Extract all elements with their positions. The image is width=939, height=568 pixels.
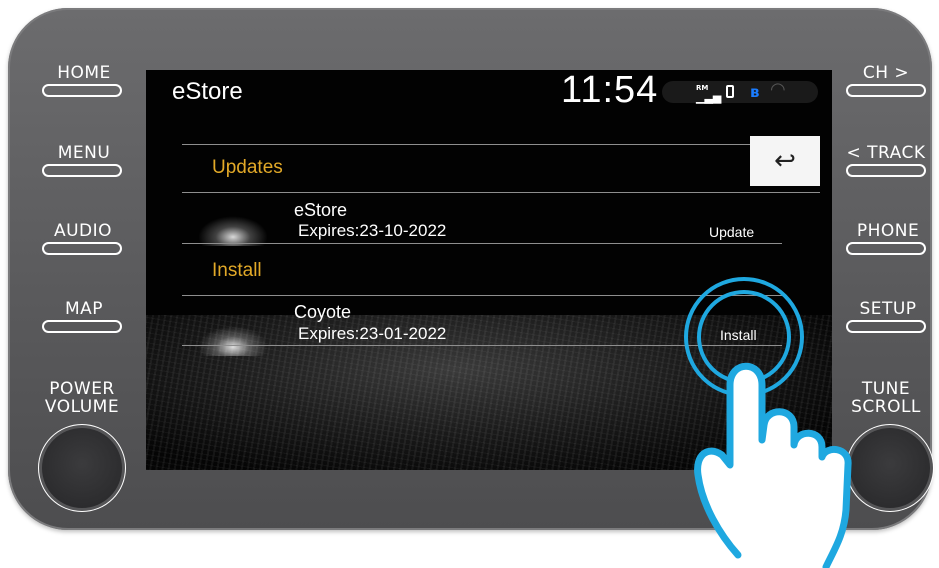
power-volume-knob[interactable] [38,424,126,512]
back-arrow-icon: ↩ [774,146,796,176]
status-bar: RM ▁▃▅ ʙ ◠ [662,79,818,104]
bluetooth-icon: ʙ [750,83,760,101]
phone-label: PHONE [856,221,920,241]
ch-button[interactable] [846,84,926,97]
divider [182,243,782,244]
page-title: eStore [172,78,243,105]
app-name: eStore [294,200,348,220]
ch-label: CH > [862,63,910,83]
update-button[interactable]: Update [709,224,754,240]
section-updates-label: Updates [212,157,283,178]
home-label: HOME [57,63,111,83]
menu-label: MENU [57,143,111,163]
app-expires: Expires:23-01-2022 [298,324,447,343]
coyote-app-icon [198,326,268,356]
clock: 11:54 [561,70,659,111]
divider [182,192,820,193]
signal-icon: RM ▁▃▅ [696,84,722,104]
home-button[interactable] [42,84,122,97]
tap-hand-icon [694,362,852,568]
wifi-icon: ◠ [770,79,786,100]
divider [182,295,782,296]
track-button[interactable] [846,164,926,177]
track-label: < TRACK [846,143,926,163]
audio-button[interactable] [42,242,122,255]
app-expires: Expires:23-10-2022 [298,221,447,240]
app-name: Coyote [294,302,352,322]
back-button[interactable]: ↩ [750,136,820,186]
phone-button[interactable] [846,242,926,255]
section-install-label: Install [212,260,262,281]
map-label: MAP [64,299,104,319]
menu-button[interactable] [42,164,122,177]
power-volume-label: POWER VOLUME [44,379,120,417]
map-button[interactable] [42,320,122,333]
divider [182,144,752,145]
audio-label: AUDIO [53,221,113,241]
estore-app-icon [198,216,268,246]
setup-label: SETUP [859,299,917,319]
signal-label: RM [696,84,709,92]
phone-icon [726,85,734,98]
setup-button[interactable] [846,320,926,333]
